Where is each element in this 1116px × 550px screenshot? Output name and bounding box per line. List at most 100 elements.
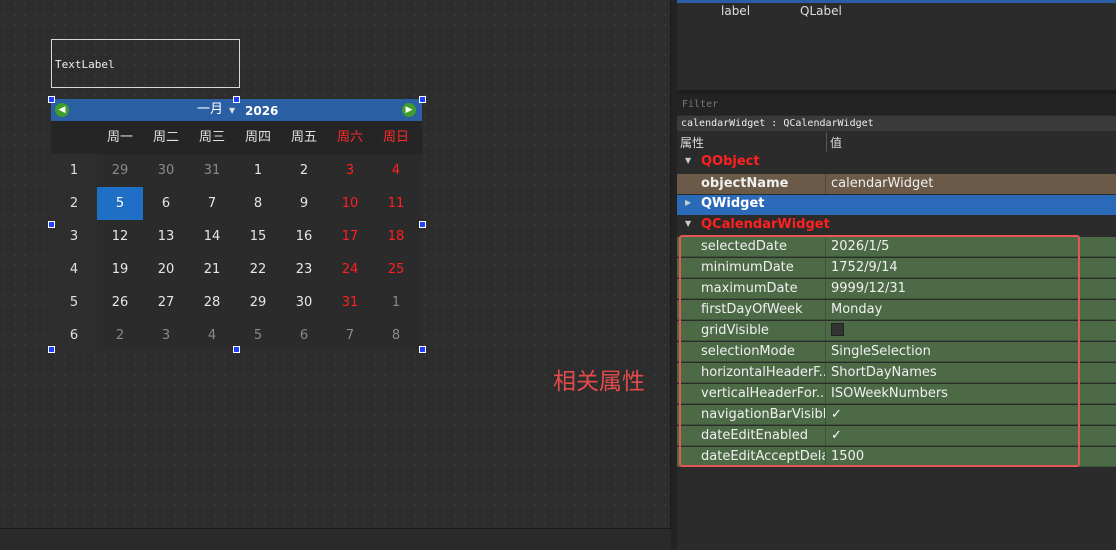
property-row-objectname[interactable]: objectName calendarWidget xyxy=(677,174,1116,194)
day-cell[interactable]: 12 xyxy=(97,220,143,253)
year-selector[interactable]: 2026 xyxy=(245,102,278,120)
day-cell[interactable]: 30 xyxy=(143,154,189,187)
month-selector[interactable]: 一月 xyxy=(197,101,223,119)
property-value[interactable]: 2026/1/5 xyxy=(827,237,1116,257)
value-column-header[interactable]: 值 xyxy=(830,134,842,151)
property-row-minimumdate[interactable]: minimumDate 1752/9/14 xyxy=(677,258,1116,278)
day-cell[interactable]: 27 xyxy=(143,286,189,319)
checked-checkbox[interactable]: ✓ xyxy=(827,426,1116,446)
day-cell[interactable]: 23 xyxy=(281,253,327,286)
day-cell[interactable]: 29 xyxy=(97,154,143,187)
day-cell[interactable]: 26 xyxy=(97,286,143,319)
day-cell[interactable]: 25 xyxy=(373,253,419,286)
day-cell[interactable]: 8 xyxy=(373,319,419,352)
day-cell[interactable]: 21 xyxy=(189,253,235,286)
day-cell[interactable]: 10 xyxy=(327,187,373,220)
day-cell[interactable]: 28 xyxy=(189,286,235,319)
expanded-triangle-icon[interactable]: ▼ xyxy=(685,219,691,228)
unchecked-checkbox[interactable] xyxy=(827,321,1116,341)
day-cell[interactable]: 30 xyxy=(281,286,327,319)
resize-handle-bottom[interactable] xyxy=(233,346,240,353)
property-value[interactable]: calendarWidget xyxy=(827,174,1116,194)
day-cell[interactable]: 16 xyxy=(281,220,327,253)
property-name: minimumDate xyxy=(677,258,826,278)
day-cell[interactable]: 8 xyxy=(235,187,281,220)
property-row-gridvisible[interactable]: gridVisible xyxy=(677,321,1116,341)
checkbox-icon[interactable] xyxy=(831,323,844,336)
checkmark-icon[interactable]: ✓ xyxy=(831,426,842,446)
day-cell[interactable]: 6 xyxy=(143,187,189,220)
day-cell[interactable]: 31 xyxy=(189,154,235,187)
day-cell[interactable]: 20 xyxy=(143,253,189,286)
next-month-icon[interactable]: ▶ xyxy=(402,103,416,117)
property-value[interactable]: ShortDayNames xyxy=(827,363,1116,383)
property-value[interactable]: 1500 xyxy=(827,447,1116,467)
object-row-class[interactable]: QLabel xyxy=(800,4,842,18)
property-filter-input[interactable]: Filter xyxy=(677,94,1116,115)
day-cell[interactable]: 3 xyxy=(327,154,373,187)
day-cell[interactable]: 1 xyxy=(235,154,281,187)
text-label-widget[interactable]: TextLabel xyxy=(51,39,240,88)
property-value[interactable]: Monday xyxy=(827,300,1116,320)
object-row-name[interactable]: label xyxy=(721,4,750,18)
day-cell[interactable]: 3 xyxy=(143,319,189,352)
month-dropdown-icon[interactable]: ▼ xyxy=(229,106,235,115)
group-qobject[interactable]: ▼ QObject xyxy=(677,153,1116,173)
resize-handle-top-left[interactable] xyxy=(48,96,55,103)
property-row-verticalheaderfor[interactable]: verticalHeaderFor... ISOWeekNumbers xyxy=(677,384,1116,404)
property-value[interactable]: SingleSelection xyxy=(827,342,1116,362)
property-row-dateeditacceptdelay[interactable]: dateEditAcceptDelay 1500 xyxy=(677,447,1116,467)
day-cell[interactable]: 4 xyxy=(189,319,235,352)
day-cell[interactable]: 9 xyxy=(281,187,327,220)
column-divider[interactable] xyxy=(826,132,827,152)
day-cell[interactable]: 11 xyxy=(373,187,419,220)
property-name: horizontalHeaderF... xyxy=(677,363,826,383)
day-cell[interactable]: 19 xyxy=(97,253,143,286)
checked-checkbox[interactable]: ✓ xyxy=(827,405,1116,425)
resize-handle-bottom-right[interactable] xyxy=(419,346,426,353)
expanded-triangle-icon[interactable]: ▼ xyxy=(685,156,691,165)
day-cell[interactable]: 14 xyxy=(189,220,235,253)
property-row-selectionmode[interactable]: selectionMode SingleSelection xyxy=(677,342,1116,362)
day-cell[interactable]: 4 xyxy=(373,154,419,187)
checkmark-icon[interactable]: ✓ xyxy=(831,405,842,425)
resize-handle-right[interactable] xyxy=(419,221,426,228)
day-cell[interactable]: 6 xyxy=(281,319,327,352)
property-column-header[interactable]: 属性 xyxy=(680,134,704,151)
prev-month-icon[interactable]: ◀ xyxy=(55,103,69,117)
property-value[interactable]: 1752/9/14 xyxy=(827,258,1116,278)
day-cell[interactable]: 31 xyxy=(327,286,373,319)
day-cell[interactable]: 29 xyxy=(235,286,281,319)
property-row-maximumdate[interactable]: maximumDate 9999/12/31 xyxy=(677,279,1116,299)
resize-handle-bottom-left[interactable] xyxy=(48,346,55,353)
property-row-dateeditenabled[interactable]: dateEditEnabled ✓ xyxy=(677,426,1116,446)
day-cell[interactable]: 2 xyxy=(281,154,327,187)
resize-handle-top-right[interactable] xyxy=(419,96,426,103)
collapsed-triangle-icon[interactable]: ▶ xyxy=(685,198,691,207)
resize-handle-top[interactable] xyxy=(233,96,240,103)
day-cell[interactable]: 5 xyxy=(235,319,281,352)
group-label: QObject xyxy=(701,154,760,169)
property-row-selecteddate[interactable]: selectedDate 2026/1/5 xyxy=(677,237,1116,257)
resize-handle-left[interactable] xyxy=(48,221,55,228)
property-value[interactable]: 9999/12/31 xyxy=(827,279,1116,299)
property-row-navigationbarvisible[interactable]: navigationBarVisible ✓ xyxy=(677,405,1116,425)
day-cell[interactable]: 15 xyxy=(235,220,281,253)
day-cell[interactable]: 13 xyxy=(143,220,189,253)
property-row-horizontalheaderf[interactable]: horizontalHeaderF... ShortDayNames xyxy=(677,363,1116,383)
day-cell[interactable]: 22 xyxy=(235,253,281,286)
group-qwidget[interactable]: ▶ QWidget xyxy=(677,195,1116,215)
calendar-widget[interactable]: ◀ 一月 ▼ 2026 ▶ 周一 周二 周三 周四 周五 周六 周日 1 29 30 31 1 2 3 4… xyxy=(51,99,422,352)
property-row-firstdayofweek[interactable]: firstDayOfWeek Monday xyxy=(677,300,1116,320)
day-cell[interactable]: 24 xyxy=(327,253,373,286)
day-cell[interactable]: 17 xyxy=(327,220,373,253)
day-cell[interactable]: 2 xyxy=(97,319,143,352)
group-qcalendarwidget[interactable]: ▼ QCalendarWidget xyxy=(677,216,1116,236)
selected-day-cell[interactable]: 5 xyxy=(97,187,143,220)
day-cell[interactable]: 7 xyxy=(327,319,373,352)
day-cell[interactable]: 7 xyxy=(189,187,235,220)
object-inspector-selected-row[interactable] xyxy=(677,0,1116,3)
property-value[interactable]: ISOWeekNumbers xyxy=(827,384,1116,404)
day-cell[interactable]: 1 xyxy=(373,286,419,319)
day-cell[interactable]: 18 xyxy=(373,220,419,253)
